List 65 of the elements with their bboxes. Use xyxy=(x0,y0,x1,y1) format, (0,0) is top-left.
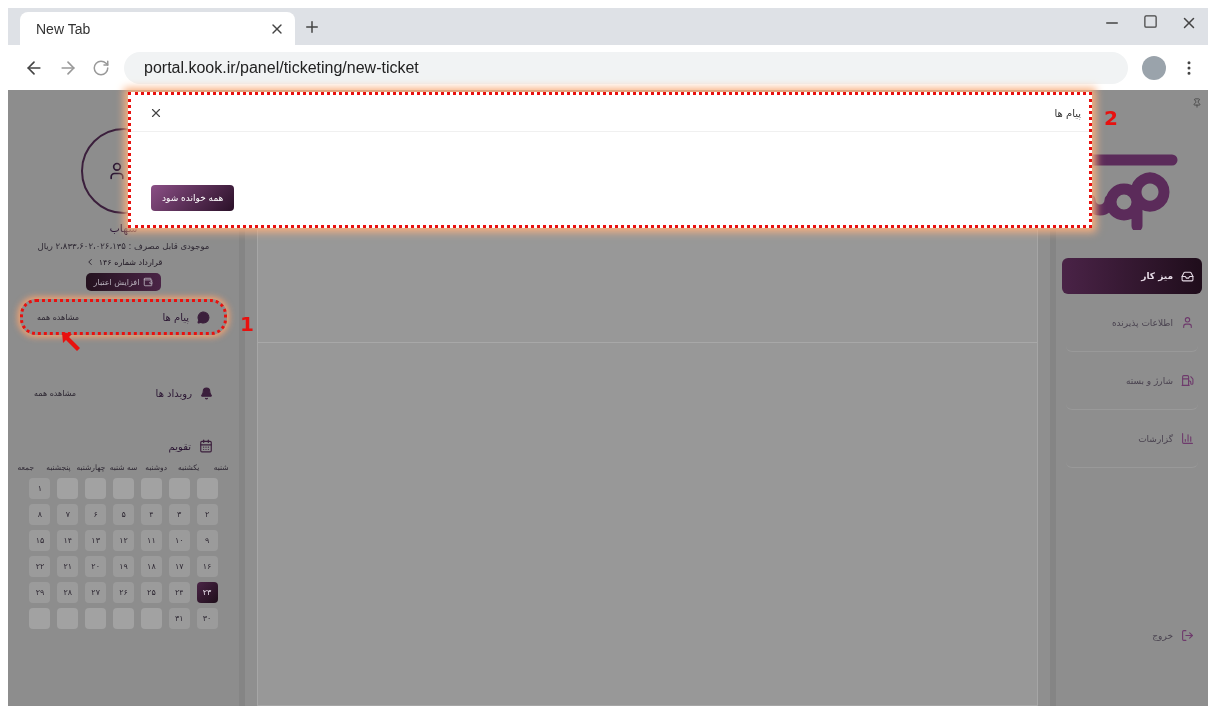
calendar-day[interactable]: ۳ xyxy=(168,504,190,525)
calendar-day[interactable]: ۶ xyxy=(85,504,107,525)
inbox-icon xyxy=(1181,269,1194,283)
logout-link[interactable]: خروج xyxy=(1062,629,1202,642)
balance-text: موجودی قابل مصرف : ۲،۸۳۳،۶۰۲،۰۲۶،۱۳۵ ریال xyxy=(37,241,210,251)
calendar-day[interactable]: ۱ xyxy=(29,478,51,499)
calendar-day[interactable]: ۷ xyxy=(57,504,79,525)
calendar-day[interactable]: ۱۱ xyxy=(140,530,162,551)
calendar-day[interactable]: ۳۱ xyxy=(168,608,190,629)
nav-item[interactable]: گزارشات xyxy=(1066,410,1198,468)
increase-credit-button[interactable]: افزایش اعتبار xyxy=(85,273,162,291)
section-title: پیام ها xyxy=(162,311,189,323)
calendar-day[interactable]: ۲۹ xyxy=(29,582,51,603)
calendar-day[interactable]: ۵ xyxy=(113,504,134,525)
calendar-day[interactable]: ۲۱ xyxy=(57,556,79,577)
bar-chart-icon xyxy=(1181,432,1194,445)
logout-icon xyxy=(1181,629,1194,642)
calendar-day[interactable]: ۲۷ xyxy=(85,582,107,603)
tab-title: New Tab xyxy=(36,20,91,37)
calendar-day[interactable]: ۱۳ xyxy=(85,530,107,551)
mark-all-read-button[interactable]: همه خوانده شود xyxy=(151,185,235,211)
section-title: تقویم xyxy=(168,440,191,452)
calendar-day[interactable]: ۱۰ xyxy=(168,530,190,551)
calendar-day[interactable]: ۱۸ xyxy=(140,556,162,577)
calendar-day[interactable]: ۲۸ xyxy=(57,582,79,603)
dialog-title: پیام ها xyxy=(1054,107,1081,119)
browser-tab[interactable]: New Tab xyxy=(20,12,295,45)
calendar-day[interactable]: ۲۶ xyxy=(113,582,134,603)
calendar-day[interactable]: ۸ xyxy=(29,504,51,525)
view-all-link[interactable]: مشاهده همه xyxy=(37,312,80,322)
user-icon xyxy=(1181,316,1194,329)
reload-icon[interactable] xyxy=(92,58,110,77)
calendar-day[interactable]: ۱۲ xyxy=(113,530,134,551)
nav-item[interactable]: شارژ و بسته xyxy=(1066,352,1198,410)
calendar-day[interactable]: ۴ xyxy=(140,504,162,525)
contract-link[interactable]: قرارداد شماره ۱۴۶ xyxy=(84,257,163,267)
calendar-day[interactable]: ۳۰ xyxy=(196,608,218,629)
calendar-day[interactable]: ۹ xyxy=(196,530,218,551)
calendar-day[interactable]: ۲ xyxy=(196,504,218,525)
section-title: رویداد ها xyxy=(155,387,192,399)
wallet-icon xyxy=(143,277,154,287)
step-number: 2 xyxy=(1104,106,1118,130)
calendar-day[interactable]: ۱۷ xyxy=(168,556,190,577)
calendar-day[interactable]: ۲۰ xyxy=(85,556,107,577)
calendar-day[interactable]: ۲۳ xyxy=(196,582,218,603)
calendar-day[interactable]: ۲۴ xyxy=(168,582,190,603)
profile-avatar[interactable] xyxy=(1142,55,1166,80)
calendar-day[interactable]: ۱۶ xyxy=(196,556,218,577)
calendar-day[interactable]: ۱۴ xyxy=(57,530,79,551)
nav-item[interactable]: میز کار xyxy=(1062,258,1202,294)
calendar-day[interactable]: ۱۹ xyxy=(113,556,134,577)
calendar-day[interactable]: ۲۲ xyxy=(29,556,51,577)
nav-item[interactable]: اطلاعات پذیرنده xyxy=(1066,294,1198,352)
step-number: 1 xyxy=(240,312,254,336)
chat-icon xyxy=(197,310,210,324)
address-bar[interactable]: portal.kook.ir/panel/ticketing/new-ticket xyxy=(124,51,1128,84)
maximize-icon[interactable] xyxy=(1143,13,1158,29)
view-all-link[interactable]: مشاهده همه xyxy=(34,388,77,398)
pin-icon[interactable] xyxy=(1192,98,1202,108)
fuel-icon xyxy=(1181,374,1194,387)
calendar-day[interactable]: ۱۵ xyxy=(29,530,51,551)
bell-icon xyxy=(200,386,213,400)
close-icon[interactable] xyxy=(149,106,163,120)
calendar-day[interactable]: ۲۵ xyxy=(140,582,162,603)
calendar-icon xyxy=(199,439,213,453)
